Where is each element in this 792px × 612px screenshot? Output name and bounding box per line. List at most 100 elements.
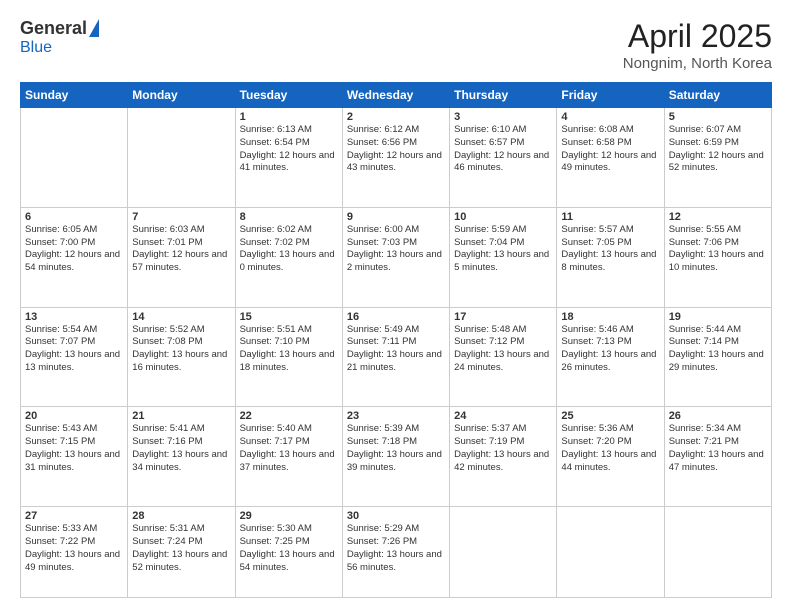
day-number: 5 bbox=[669, 111, 767, 123]
calendar-cell: 14Sunrise: 5:52 AM Sunset: 7:08 PM Dayli… bbox=[128, 307, 235, 407]
calendar-cell: 18Sunrise: 5:46 AM Sunset: 7:13 PM Dayli… bbox=[557, 307, 664, 407]
day-number: 21 bbox=[132, 410, 230, 422]
day-of-week-header: Sunday bbox=[21, 83, 128, 108]
day-info: Sunrise: 6:12 AM Sunset: 6:56 PM Dayligh… bbox=[347, 124, 445, 175]
day-number: 16 bbox=[347, 311, 445, 323]
day-info: Sunrise: 6:08 AM Sunset: 6:58 PM Dayligh… bbox=[561, 124, 659, 175]
calendar-cell: 10Sunrise: 5:59 AM Sunset: 7:04 PM Dayli… bbox=[450, 207, 557, 307]
calendar-cell: 25Sunrise: 5:36 AM Sunset: 7:20 PM Dayli… bbox=[557, 407, 664, 507]
calendar-cell: 21Sunrise: 5:41 AM Sunset: 7:16 PM Dayli… bbox=[128, 407, 235, 507]
location: Nongnim, North Korea bbox=[623, 55, 772, 72]
day-of-week-header: Friday bbox=[557, 83, 664, 108]
calendar-cell: 12Sunrise: 5:55 AM Sunset: 7:06 PM Dayli… bbox=[664, 207, 771, 307]
calendar-cell: 30Sunrise: 5:29 AM Sunset: 7:26 PM Dayli… bbox=[342, 507, 449, 598]
calendar-week-row: 13Sunrise: 5:54 AM Sunset: 7:07 PM Dayli… bbox=[21, 307, 772, 407]
day-number: 12 bbox=[669, 211, 767, 223]
day-number: 26 bbox=[669, 410, 767, 422]
day-number: 1 bbox=[240, 111, 338, 123]
logo-triangle-icon bbox=[89, 19, 99, 37]
day-info: Sunrise: 5:52 AM Sunset: 7:08 PM Dayligh… bbox=[132, 324, 230, 375]
day-number: 20 bbox=[25, 410, 123, 422]
day-info: Sunrise: 5:40 AM Sunset: 7:17 PM Dayligh… bbox=[240, 423, 338, 474]
day-info: Sunrise: 5:49 AM Sunset: 7:11 PM Dayligh… bbox=[347, 324, 445, 375]
day-info: Sunrise: 5:55 AM Sunset: 7:06 PM Dayligh… bbox=[669, 224, 767, 275]
calendar-cell: 7Sunrise: 6:03 AM Sunset: 7:01 PM Daylig… bbox=[128, 207, 235, 307]
day-info: Sunrise: 6:00 AM Sunset: 7:03 PM Dayligh… bbox=[347, 224, 445, 275]
calendar-cell: 26Sunrise: 5:34 AM Sunset: 7:21 PM Dayli… bbox=[664, 407, 771, 507]
day-info: Sunrise: 5:57 AM Sunset: 7:05 PM Dayligh… bbox=[561, 224, 659, 275]
calendar-cell: 29Sunrise: 5:30 AM Sunset: 7:25 PM Dayli… bbox=[235, 507, 342, 598]
day-of-week-header: Tuesday bbox=[235, 83, 342, 108]
day-number: 18 bbox=[561, 311, 659, 323]
day-info: Sunrise: 5:54 AM Sunset: 7:07 PM Dayligh… bbox=[25, 324, 123, 375]
calendar-cell: 17Sunrise: 5:48 AM Sunset: 7:12 PM Dayli… bbox=[450, 307, 557, 407]
calendar-cell: 20Sunrise: 5:43 AM Sunset: 7:15 PM Dayli… bbox=[21, 407, 128, 507]
day-info: Sunrise: 5:29 AM Sunset: 7:26 PM Dayligh… bbox=[347, 523, 445, 574]
day-number: 2 bbox=[347, 111, 445, 123]
day-number: 23 bbox=[347, 410, 445, 422]
day-info: Sunrise: 5:44 AM Sunset: 7:14 PM Dayligh… bbox=[669, 324, 767, 375]
calendar-cell bbox=[128, 108, 235, 208]
calendar-week-row: 20Sunrise: 5:43 AM Sunset: 7:15 PM Dayli… bbox=[21, 407, 772, 507]
logo-general: General bbox=[20, 18, 87, 39]
day-info: Sunrise: 5:37 AM Sunset: 7:19 PM Dayligh… bbox=[454, 423, 552, 474]
day-info: Sunrise: 5:59 AM Sunset: 7:04 PM Dayligh… bbox=[454, 224, 552, 275]
calendar-week-row: 27Sunrise: 5:33 AM Sunset: 7:22 PM Dayli… bbox=[21, 507, 772, 598]
calendar-cell: 27Sunrise: 5:33 AM Sunset: 7:22 PM Dayli… bbox=[21, 507, 128, 598]
calendar-cell bbox=[664, 507, 771, 598]
logo-blue: Blue bbox=[20, 39, 52, 57]
day-info: Sunrise: 6:07 AM Sunset: 6:59 PM Dayligh… bbox=[669, 124, 767, 175]
day-of-week-header: Monday bbox=[128, 83, 235, 108]
page: General Blue April 2025 Nongnim, North K… bbox=[0, 0, 792, 612]
day-number: 13 bbox=[25, 311, 123, 323]
day-number: 7 bbox=[132, 211, 230, 223]
logo-text: General bbox=[20, 18, 99, 39]
day-info: Sunrise: 5:34 AM Sunset: 7:21 PM Dayligh… bbox=[669, 423, 767, 474]
day-number: 10 bbox=[454, 211, 552, 223]
calendar-cell bbox=[21, 108, 128, 208]
day-info: Sunrise: 5:48 AM Sunset: 7:12 PM Dayligh… bbox=[454, 324, 552, 375]
day-number: 28 bbox=[132, 510, 230, 522]
day-info: Sunrise: 5:31 AM Sunset: 7:24 PM Dayligh… bbox=[132, 523, 230, 574]
day-number: 19 bbox=[669, 311, 767, 323]
calendar-body: 1Sunrise: 6:13 AM Sunset: 6:54 PM Daylig… bbox=[21, 108, 772, 598]
calendar-cell: 8Sunrise: 6:02 AM Sunset: 7:02 PM Daylig… bbox=[235, 207, 342, 307]
day-info: Sunrise: 5:51 AM Sunset: 7:10 PM Dayligh… bbox=[240, 324, 338, 375]
calendar-cell: 9Sunrise: 6:00 AM Sunset: 7:03 PM Daylig… bbox=[342, 207, 449, 307]
day-info: Sunrise: 5:46 AM Sunset: 7:13 PM Dayligh… bbox=[561, 324, 659, 375]
calendar-cell: 19Sunrise: 5:44 AM Sunset: 7:14 PM Dayli… bbox=[664, 307, 771, 407]
day-info: Sunrise: 6:02 AM Sunset: 7:02 PM Dayligh… bbox=[240, 224, 338, 275]
calendar-cell: 15Sunrise: 5:51 AM Sunset: 7:10 PM Dayli… bbox=[235, 307, 342, 407]
day-number: 30 bbox=[347, 510, 445, 522]
calendar-cell: 1Sunrise: 6:13 AM Sunset: 6:54 PM Daylig… bbox=[235, 108, 342, 208]
day-number: 4 bbox=[561, 111, 659, 123]
day-of-week-header: Saturday bbox=[664, 83, 771, 108]
day-number: 22 bbox=[240, 410, 338, 422]
day-info: Sunrise: 6:10 AM Sunset: 6:57 PM Dayligh… bbox=[454, 124, 552, 175]
day-number: 27 bbox=[25, 510, 123, 522]
day-info: Sunrise: 5:39 AM Sunset: 7:18 PM Dayligh… bbox=[347, 423, 445, 474]
days-of-week-row: SundayMondayTuesdayWednesdayThursdayFrid… bbox=[21, 83, 772, 108]
day-info: Sunrise: 6:05 AM Sunset: 7:00 PM Dayligh… bbox=[25, 224, 123, 275]
calendar-table: SundayMondayTuesdayWednesdayThursdayFrid… bbox=[20, 82, 772, 598]
day-info: Sunrise: 6:03 AM Sunset: 7:01 PM Dayligh… bbox=[132, 224, 230, 275]
day-number: 6 bbox=[25, 211, 123, 223]
calendar-cell bbox=[557, 507, 664, 598]
title-area: April 2025 Nongnim, North Korea bbox=[623, 18, 772, 72]
calendar-cell: 22Sunrise: 5:40 AM Sunset: 7:17 PM Dayli… bbox=[235, 407, 342, 507]
day-info: Sunrise: 5:41 AM Sunset: 7:16 PM Dayligh… bbox=[132, 423, 230, 474]
calendar-cell: 4Sunrise: 6:08 AM Sunset: 6:58 PM Daylig… bbox=[557, 108, 664, 208]
calendar-cell: 3Sunrise: 6:10 AM Sunset: 6:57 PM Daylig… bbox=[450, 108, 557, 208]
calendar-cell: 23Sunrise: 5:39 AM Sunset: 7:18 PM Dayli… bbox=[342, 407, 449, 507]
day-number: 15 bbox=[240, 311, 338, 323]
day-number: 17 bbox=[454, 311, 552, 323]
day-number: 9 bbox=[347, 211, 445, 223]
logo: General Blue bbox=[20, 18, 99, 57]
calendar-cell: 16Sunrise: 5:49 AM Sunset: 7:11 PM Dayli… bbox=[342, 307, 449, 407]
day-number: 8 bbox=[240, 211, 338, 223]
day-of-week-header: Wednesday bbox=[342, 83, 449, 108]
calendar-cell: 28Sunrise: 5:31 AM Sunset: 7:24 PM Dayli… bbox=[128, 507, 235, 598]
calendar-cell: 24Sunrise: 5:37 AM Sunset: 7:19 PM Dayli… bbox=[450, 407, 557, 507]
month-year: April 2025 bbox=[623, 18, 772, 55]
calendar-cell: 13Sunrise: 5:54 AM Sunset: 7:07 PM Dayli… bbox=[21, 307, 128, 407]
